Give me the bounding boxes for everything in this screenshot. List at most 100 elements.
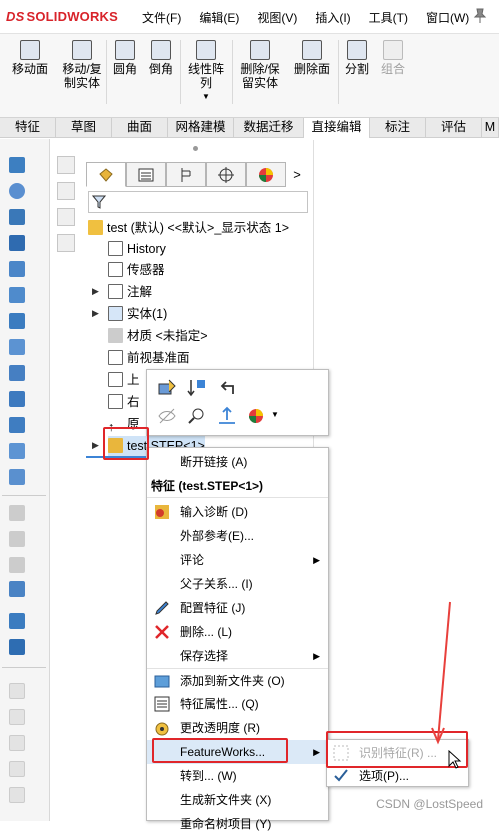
filter-icon[interactable] xyxy=(92,194,106,210)
mirror-icon[interactable] xyxy=(9,443,25,459)
expand-arrow-icon[interactable]: ▶ xyxy=(92,286,99,297)
menu-item-rename-tree-item[interactable]: 重命名树项目 (Y) xyxy=(147,812,328,836)
shell-icon[interactable] xyxy=(9,313,25,329)
menu-item-add-to-folder[interactable]: 添加到新文件夹 (O) xyxy=(147,668,328,692)
revolve-icon[interactable] xyxy=(9,183,25,199)
menu-item-save-selection[interactable]: 保存选择 ▶ xyxy=(147,644,328,668)
feature-tree-tab[interactable] xyxy=(86,162,126,187)
tab-surfaces[interactable]: 曲面 xyxy=(112,118,168,138)
menu-header: 特征 (test.STEP<1>) xyxy=(147,474,328,498)
menu-item-comment[interactable]: 评论 ▶ xyxy=(147,548,328,572)
panel-handle[interactable] xyxy=(193,146,198,151)
tab-evaluate[interactable]: 评估 xyxy=(426,118,482,138)
disabled-tool-icon xyxy=(9,505,25,521)
dropdown-arrow-icon[interactable]: ▼ xyxy=(184,90,228,104)
tree-item-history[interactable]: History xyxy=(108,239,166,259)
combine-button[interactable]: 组合 xyxy=(378,40,408,76)
pin-icon[interactable] xyxy=(473,8,487,24)
expand-arrow-icon[interactable]: ▶ xyxy=(92,440,99,451)
fillet-button[interactable]: 圆角 xyxy=(110,40,140,76)
toolbar-divider xyxy=(2,667,46,668)
filter-bar[interactable] xyxy=(88,191,308,213)
crosshair-icon xyxy=(218,166,234,183)
appearance-icon[interactable] xyxy=(247,406,267,426)
chamfer-button[interactable]: 倒角 xyxy=(145,40,177,76)
properties-icon xyxy=(154,696,170,712)
tab-markup[interactable]: 标注 xyxy=(370,118,426,138)
display-manager-tab[interactable] xyxy=(246,162,286,187)
configuration-manager-tab[interactable] xyxy=(166,162,206,187)
menu-item-feature-properties[interactable]: 特征属性... (Q) xyxy=(147,692,328,716)
menu-item-options[interactable]: 选项(P)... xyxy=(327,765,468,787)
split-icon xyxy=(347,40,367,60)
property-manager-tab[interactable] xyxy=(126,162,166,187)
menu-item-new-folder[interactable]: 生成新文件夹 (X) xyxy=(147,788,328,812)
material-icon xyxy=(108,328,123,343)
tree-item-sensors[interactable]: 传感器 xyxy=(108,260,165,280)
combine-icon xyxy=(383,40,403,60)
intersect-icon[interactable] xyxy=(9,469,25,485)
dome-icon[interactable] xyxy=(9,417,25,433)
tab-mesh-modeling[interactable]: 网格建模 xyxy=(168,118,234,138)
menu-item-parent-child[interactable]: 父子关系... (I) xyxy=(147,572,328,596)
reference-geometry-icon[interactable] xyxy=(9,581,25,597)
draft-icon[interactable] xyxy=(9,339,25,355)
menu-item-break-link[interactable]: 断开链接 (A) xyxy=(147,450,328,474)
tree-item-right-plane[interactable]: 右 xyxy=(108,392,140,412)
hide-icon[interactable] xyxy=(157,406,177,426)
extrude-icon[interactable] xyxy=(9,157,25,173)
rollback-icon[interactable] xyxy=(187,378,207,398)
fillet-icon xyxy=(115,40,135,60)
disabled-tool-icon xyxy=(9,761,25,777)
menu-file[interactable]: 文件(F) xyxy=(142,9,181,26)
move-copy-body-button[interactable]: 移动/复制实体 xyxy=(58,40,106,90)
delete-keep-body-button[interactable]: 删除/保留实体 xyxy=(236,40,284,90)
menu-item-import-diagnostics[interactable]: 输入诊断 (D) xyxy=(147,500,328,524)
tree-item-material[interactable]: 材质 <未指定> xyxy=(108,326,208,346)
instant3d-icon[interactable] xyxy=(9,639,25,655)
solidworks-logo[interactable]: DS SOLIDWORKS xyxy=(6,9,118,24)
secondary-toolbar xyxy=(52,150,80,270)
tab-sketch[interactable]: 草图 xyxy=(56,118,112,138)
tree-item-top-plane[interactable]: 上 xyxy=(108,370,140,390)
menu-tools[interactable]: 工具(T) xyxy=(369,9,408,26)
menu-item-delete[interactable]: 删除... (L) xyxy=(147,620,328,644)
menu-item-external-refs[interactable]: 外部参考(E)... xyxy=(147,524,328,548)
menu-edit[interactable]: 编辑(E) xyxy=(199,9,239,26)
part-icon xyxy=(88,220,103,235)
fillet-icon[interactable] xyxy=(9,261,25,277)
expand-arrow-icon[interactable]: ▶ xyxy=(92,308,99,319)
normal-to-icon[interactable] xyxy=(217,406,237,426)
zoom-to-selection-icon[interactable] xyxy=(187,406,207,426)
edit-feature-icon[interactable] xyxy=(157,378,177,398)
menu-item-change-transparency[interactable]: 更改透明度 (R) xyxy=(147,716,328,740)
move-face-button[interactable]: 移动面 xyxy=(8,40,52,76)
split-button[interactable]: 分割 xyxy=(342,40,372,76)
configuration-icon xyxy=(181,167,191,182)
delete-face-button[interactable]: 删除面 xyxy=(290,40,334,76)
parent-child-icon[interactable] xyxy=(217,378,237,398)
menu-item-configure-feature[interactable]: 配置特征 (J) xyxy=(147,596,328,620)
more-tabs-arrow[interactable]: > xyxy=(286,162,308,187)
tree-item-solid-bodies[interactable]: 实体(1) xyxy=(108,304,167,324)
menu-view[interactable]: 视图(V) xyxy=(257,9,297,26)
tab-direct-editing[interactable]: 直接编辑 xyxy=(304,118,370,138)
wrap-icon[interactable] xyxy=(9,391,25,407)
tab-data-migration[interactable]: 数据迁移 xyxy=(234,118,304,138)
cut-icon[interactable] xyxy=(9,235,25,251)
menu-insert[interactable]: 插入(I) xyxy=(315,9,350,26)
dropdown-arrow-icon[interactable]: ▼ xyxy=(271,410,279,419)
tree-root[interactable]: test (默认) <<默认>_显示状态 1> xyxy=(88,218,289,238)
menu-window[interactable]: 窗口(W) xyxy=(426,9,469,26)
rib-icon[interactable] xyxy=(9,365,25,381)
tab-more[interactable]: M xyxy=(482,118,499,138)
dimxpert-tab[interactable] xyxy=(206,162,246,187)
sweep-icon[interactable] xyxy=(9,209,25,225)
linear-pattern-button[interactable]: 线性阵列 ▼ xyxy=(184,40,228,104)
tree-item-annotations[interactable]: 注解 xyxy=(108,282,152,302)
menu-item-goto[interactable]: 转到... (W) xyxy=(147,764,328,788)
tree-item-front-plane[interactable]: 前视基准面 xyxy=(108,348,190,368)
tab-features[interactable]: 特征 xyxy=(0,118,56,138)
pattern-icon[interactable] xyxy=(9,287,25,303)
curves-icon[interactable] xyxy=(9,613,25,629)
